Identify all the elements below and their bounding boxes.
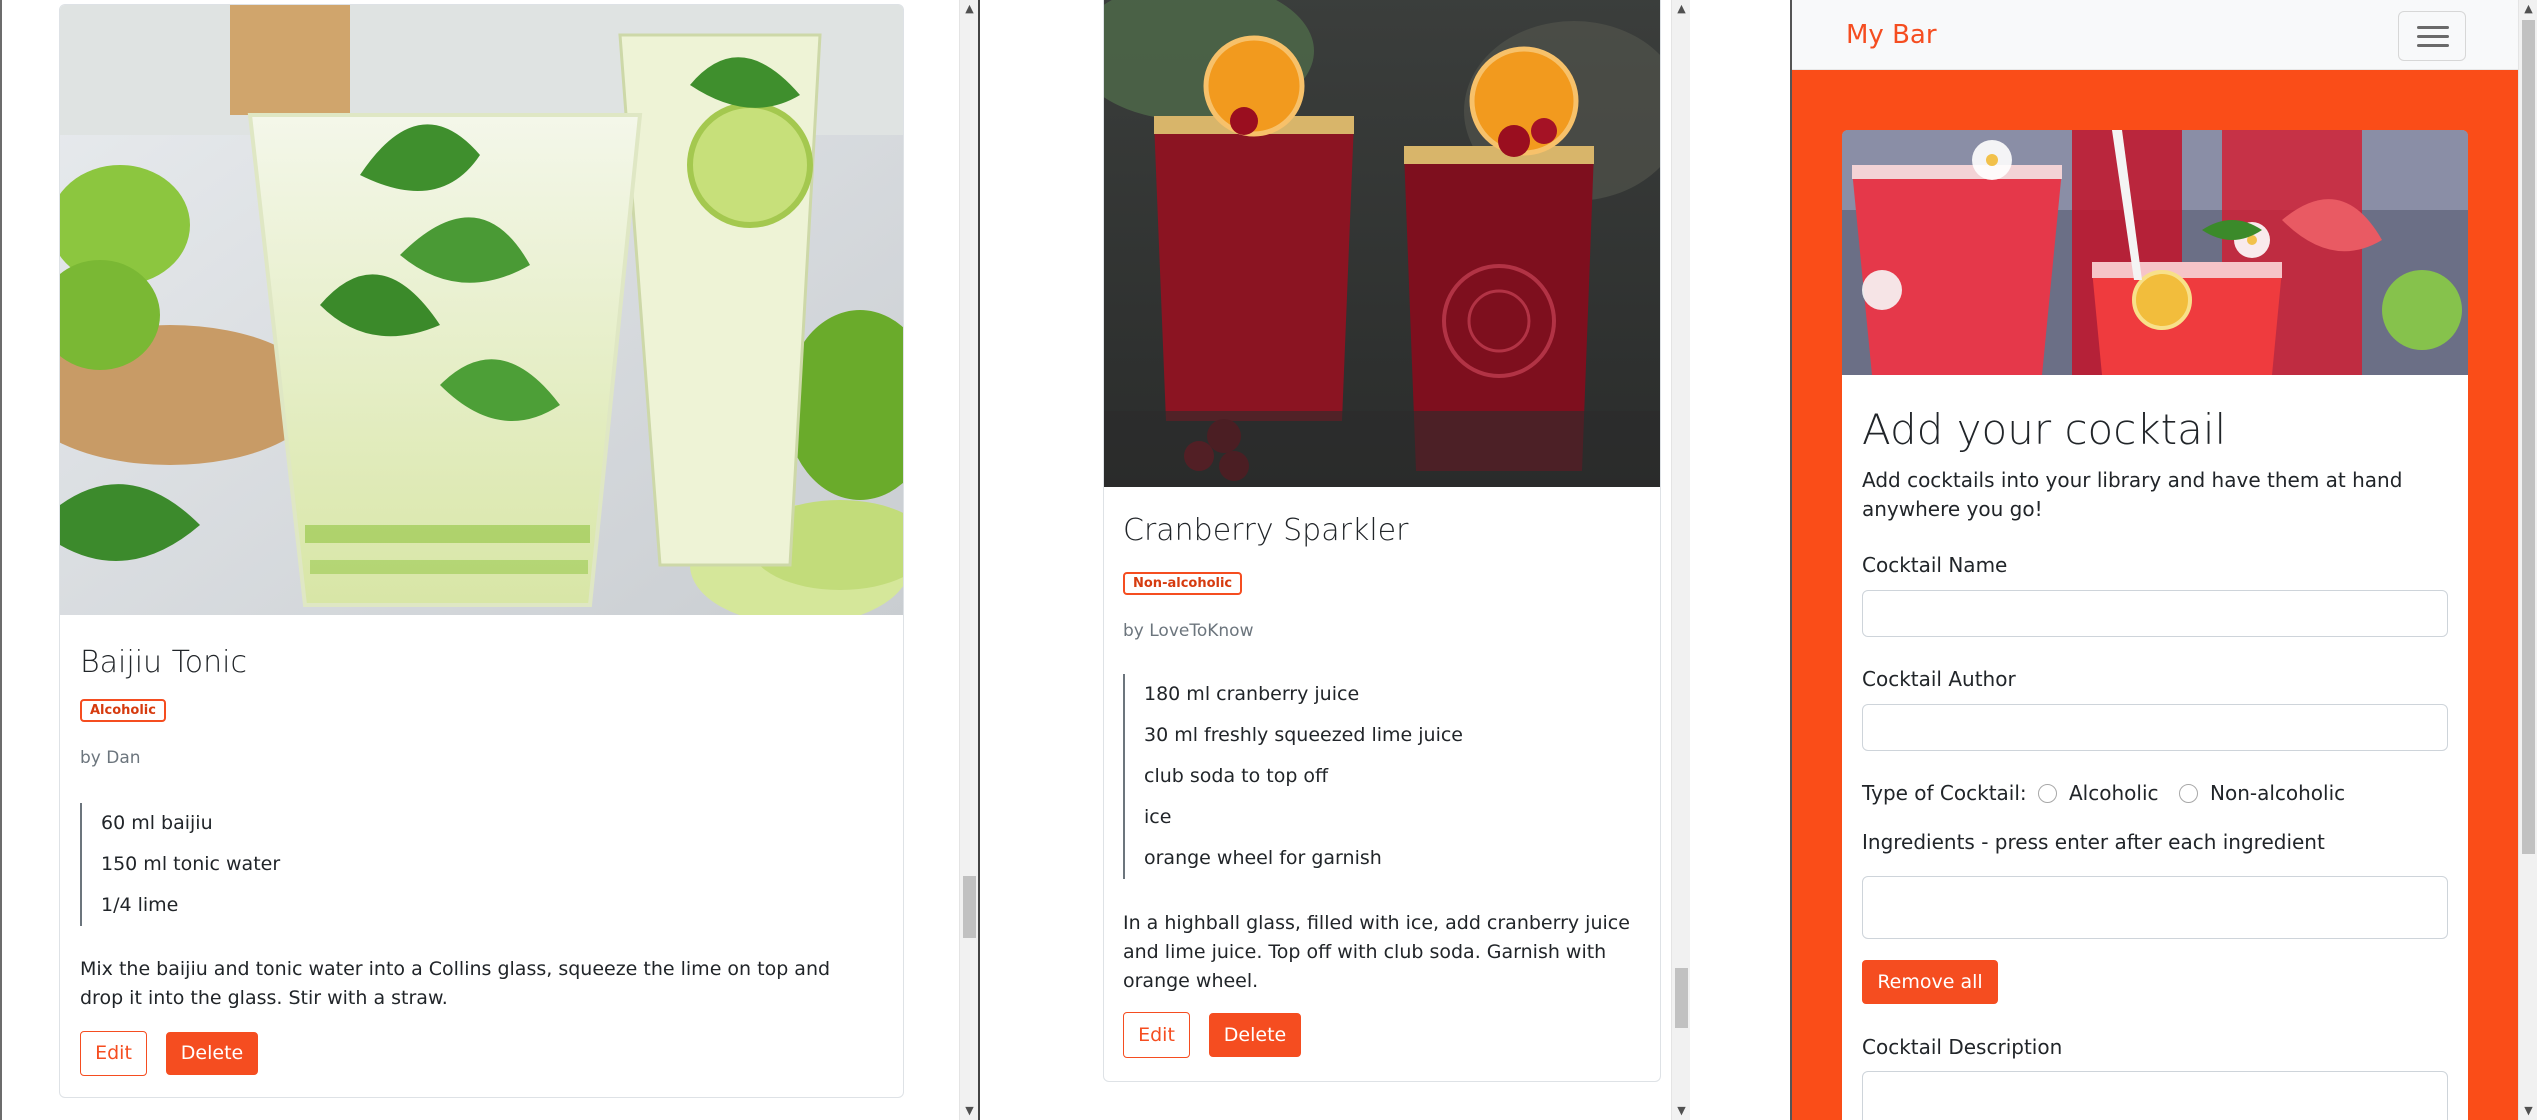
ingredients-list: 60 ml baijiu 150 ml tonic water 1/4 lime xyxy=(80,803,480,926)
delete-button[interactable]: Delete xyxy=(1209,1013,1301,1057)
cocktail-card-baijiu-tonic: Baijiu Tonic Alcoholic by Dan 60 ml baij… xyxy=(59,4,904,1098)
scrollbar-thumb[interactable] xyxy=(2522,20,2535,854)
navbar-toggler-button[interactable] xyxy=(2398,11,2466,61)
ingredient-item: 1/4 lime xyxy=(101,894,179,916)
non-alcoholic-radio-label[interactable]: Non-alcoholic xyxy=(2210,781,2345,805)
cranberry-glasses-image xyxy=(1104,0,1660,487)
cocktail-description: In a highball glass, filled with ice, ad… xyxy=(1123,912,1630,992)
hamburger-icon xyxy=(2417,35,2449,38)
edit-button[interactable]: Edit xyxy=(1123,1012,1190,1058)
scroll-up-icon[interactable]: ▲ xyxy=(2519,0,2537,18)
ingredient-item: 60 ml baijiu xyxy=(101,812,213,834)
cocktail-photo xyxy=(1104,0,1660,487)
ingredients-input[interactable] xyxy=(1862,876,2448,939)
cocktail-author-label: Cocktail Author xyxy=(1862,667,2016,691)
scroll-down-icon[interactable]: ▼ xyxy=(1672,1102,1690,1120)
mojito-glasses-image xyxy=(60,5,903,615)
ingredient-item: orange wheel for garnish xyxy=(1144,847,1382,869)
vertical-scrollbar[interactable]: ▲ ▼ xyxy=(1671,0,1690,1120)
cocktail-description-input[interactable] xyxy=(1862,1071,2448,1120)
cocktail-author: by LoveToKnow xyxy=(1123,621,1254,641)
ingredient-item: 150 ml tonic water xyxy=(101,853,281,875)
scrollbar-thumb[interactable] xyxy=(1675,968,1688,1028)
cocktail-name-label: Cocktail Name xyxy=(1862,553,2008,577)
ingredients-label: Ingredients - press enter after each ing… xyxy=(1862,830,2325,854)
hamburger-icon xyxy=(2417,26,2449,29)
ingredient-item: 180 ml cranberry juice xyxy=(1144,683,1360,705)
non-alcoholic-badge: Non-alcoholic xyxy=(1123,572,1243,595)
ingredients-list: 180 ml cranberry juice 30 ml freshly squ… xyxy=(1123,674,1623,879)
scroll-down-icon[interactable]: ▼ xyxy=(2519,1102,2537,1120)
form-lead-text: Add cocktails into your library and have… xyxy=(1862,468,2403,521)
delete-button[interactable]: Delete xyxy=(166,1032,258,1075)
remove-all-button[interactable]: Remove all xyxy=(1862,960,1998,1004)
form-title: Add your cocktail xyxy=(1862,405,2227,454)
navbar: My Bar xyxy=(1792,0,2520,70)
hamburger-icon xyxy=(2417,44,2449,47)
ingredient-item: club soda to top off xyxy=(1144,765,1329,787)
cocktail-description: Mix the baijiu and tonic water into a Co… xyxy=(80,958,831,1009)
brand-logo[interactable]: My Bar xyxy=(1846,20,1937,50)
vertical-scrollbar[interactable]: ▲ ▼ xyxy=(959,0,978,1120)
cocktails-banner-image xyxy=(1842,130,2468,375)
cocktail-photo xyxy=(60,5,903,615)
alcoholic-radio-label[interactable]: Alcoholic xyxy=(2069,781,2159,805)
cocktail-type-label: Type of Cocktail: xyxy=(1862,781,2027,805)
browser-pane-left: Baijiu Tonic Alcoholic by Dan 60 ml baij… xyxy=(0,0,978,1120)
cocktail-author-input[interactable] xyxy=(1862,704,2448,751)
non-alcoholic-radio[interactable] xyxy=(2179,784,2198,803)
browser-pane-middle: Cranberry Sparkler Non-alcoholic by Love… xyxy=(978,0,1690,1120)
scrollbar-thumb[interactable] xyxy=(963,876,976,938)
cocktail-name-input[interactable] xyxy=(1862,590,2448,637)
form-header-photo xyxy=(1842,130,2468,375)
scroll-up-icon[interactable]: ▲ xyxy=(960,0,978,18)
cocktail-title: Cranberry Sparkler xyxy=(1123,513,1409,548)
scroll-up-icon[interactable]: ▲ xyxy=(1672,0,1690,18)
ingredient-item: 30 ml freshly squeezed lime juice xyxy=(1144,724,1463,746)
cocktail-author: by Dan xyxy=(80,748,141,768)
cocktail-card-cranberry-sparkler: Cranberry Sparkler Non-alcoholic by Love… xyxy=(1103,0,1661,1082)
edit-button[interactable]: Edit xyxy=(80,1031,147,1076)
cocktail-title: Baijiu Tonic xyxy=(80,645,248,680)
scroll-down-icon[interactable]: ▼ xyxy=(960,1102,978,1120)
alcoholic-badge: Alcoholic xyxy=(80,699,166,722)
cocktail-description-label: Cocktail Description xyxy=(1862,1035,2063,1059)
alcoholic-radio[interactable] xyxy=(2038,784,2057,803)
vertical-scrollbar[interactable]: ▲ ▼ xyxy=(2518,0,2537,1120)
browser-pane-right: My Bar Add your cocktail Add cocktails i… xyxy=(1790,0,2537,1120)
ingredient-item: ice xyxy=(1144,806,1172,828)
